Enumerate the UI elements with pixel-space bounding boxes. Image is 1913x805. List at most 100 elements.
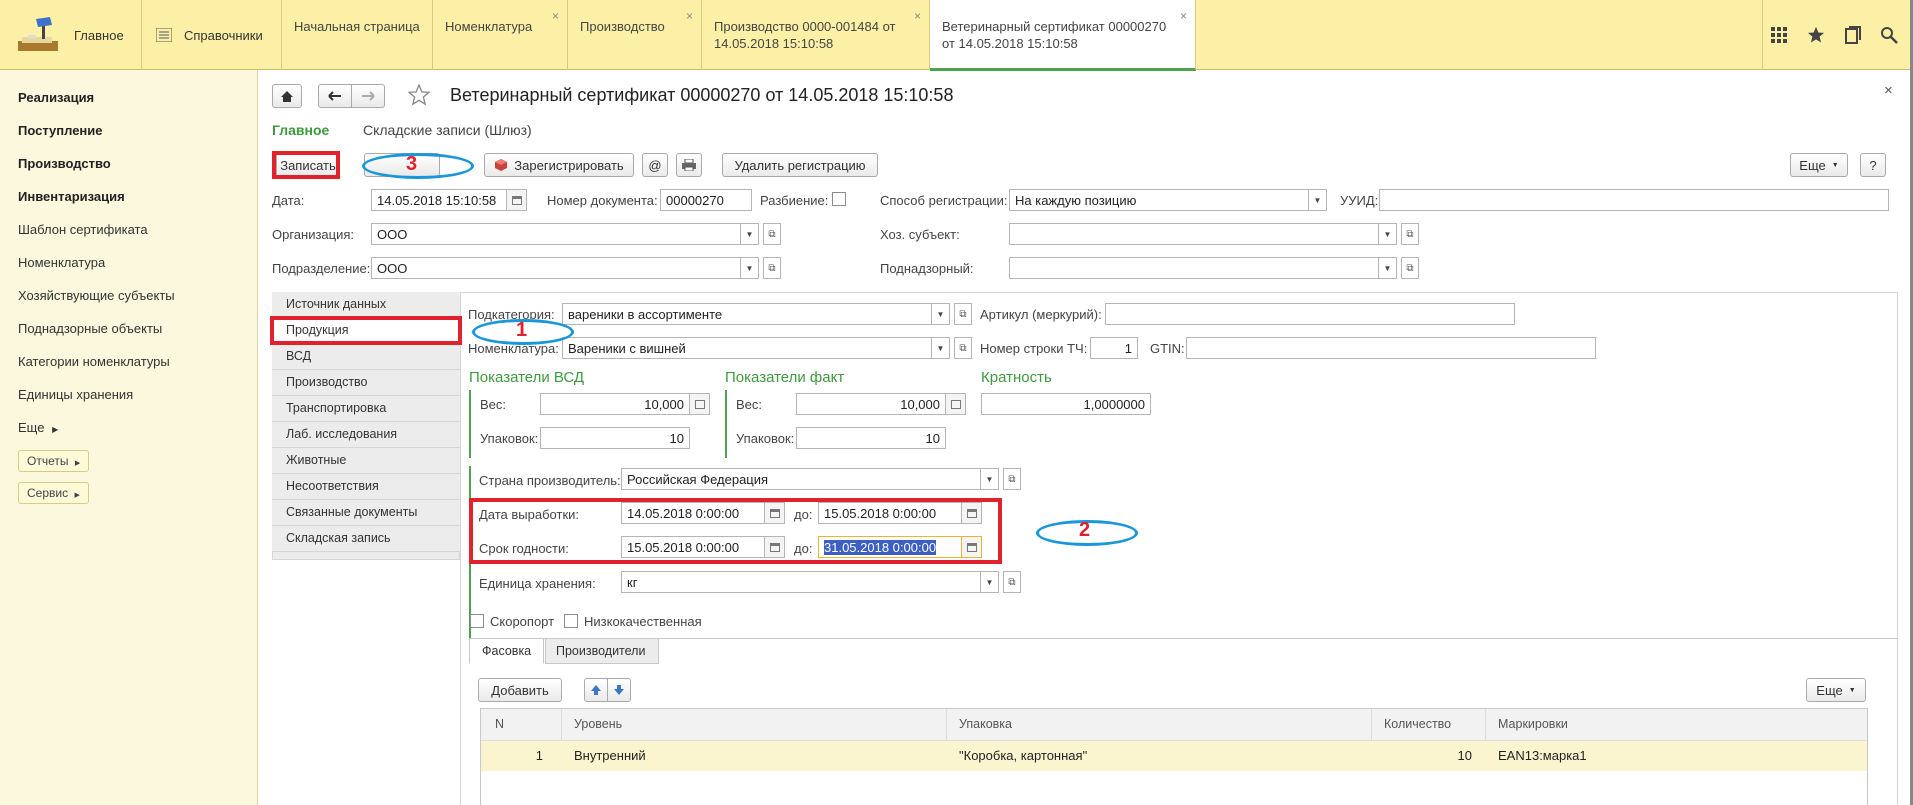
tab-production[interactable]: Производство × [568, 0, 702, 70]
nav-lab-research[interactable]: Лаб. исследования [272, 422, 460, 448]
close-icon[interactable]: × [1180, 8, 1187, 25]
chevron-down-icon[interactable]: ▼ [1379, 223, 1397, 245]
star-favorites-icon[interactable] [1803, 22, 1829, 48]
calculator-icon[interactable] [690, 393, 710, 415]
sidebar-item-more[interactable]: Еще ▶ [18, 420, 58, 435]
subcategory-field[interactable]: вареники в ассортименте [562, 303, 932, 325]
section-main[interactable]: Главное [0, 0, 142, 70]
close-form-icon[interactable]: × [1884, 82, 1893, 99]
nav-transport[interactable]: Транспортировка [272, 396, 460, 422]
open-link-icon[interactable]: ⧉ [1003, 571, 1021, 593]
help-button[interactable]: ? [1860, 153, 1886, 177]
fact-packs-field[interactable]: 10 [796, 427, 946, 449]
nav-related-docs[interactable]: Связанные документы [272, 500, 460, 526]
nav-animals[interactable]: Животные [272, 448, 460, 474]
sidebar-item-storage-units[interactable]: Единицы хранения [18, 387, 133, 402]
article-field[interactable] [1105, 303, 1515, 325]
nav-nonconformities[interactable]: Несоответствия [272, 474, 460, 500]
calendar-icon[interactable] [507, 189, 527, 211]
move-down-button[interactable] [607, 678, 631, 702]
chevron-down-icon[interactable]: ▼ [981, 468, 999, 490]
chevron-down-icon[interactable]: ▼ [932, 303, 950, 325]
forward-button[interactable] [351, 84, 385, 108]
dept-field[interactable]: ООО [371, 257, 741, 279]
chevron-down-icon[interactable]: ▼ [741, 223, 759, 245]
subnav-warehouse-records[interactable]: Складские записи (Шлюз) [363, 122, 532, 138]
chevron-down-icon[interactable]: ▼ [1309, 189, 1327, 211]
apps-grid-icon[interactable] [1766, 22, 1792, 48]
open-link-icon[interactable]: ⧉ [763, 223, 781, 245]
uuid-field[interactable] [1379, 189, 1889, 211]
org-field[interactable]: ООО [371, 223, 741, 245]
tab-vet-certificate[interactable]: Ветеринарный сертификат 00000270 от 14.0… [930, 0, 1196, 71]
docnum-field[interactable]: 00000270 [660, 189, 752, 211]
sidebar-item-cert-template[interactable]: Шаблон сертификата [18, 222, 148, 237]
search-icon[interactable] [1876, 22, 1902, 48]
open-link-icon[interactable]: ⧉ [954, 303, 972, 325]
table-more-button[interactable]: Еще ▼ [1806, 678, 1866, 702]
perishable-checkbox[interactable] [470, 614, 484, 628]
column-header-level[interactable]: Уровень [562, 709, 947, 741]
calculator-icon[interactable] [946, 393, 966, 415]
star-icon[interactable] [407, 83, 431, 109]
econ-subject-field[interactable] [1009, 223, 1379, 245]
close-icon[interactable]: × [552, 8, 559, 25]
sidebar-item-receipts[interactable]: Поступление [18, 123, 103, 138]
chevron-down-icon[interactable]: ▼ [932, 337, 950, 359]
column-header-package[interactable]: Упаковка [947, 709, 1372, 741]
nav-data-source[interactable]: Источник данных [272, 292, 460, 318]
chevron-down-icon[interactable]: ▼ [981, 571, 999, 593]
nav-vsd[interactable]: ВСД [272, 344, 460, 370]
vsd-packs-field[interactable]: 10 [540, 427, 690, 449]
open-link-icon[interactable]: ⧉ [1401, 223, 1419, 245]
regmode-select[interactable]: На каждую позицию [1009, 189, 1309, 211]
nav-warehouse-record[interactable]: Складская запись [272, 526, 460, 552]
service-button[interactable]: Сервис ▶ [18, 482, 89, 504]
open-link-icon[interactable]: ⧉ [1401, 257, 1419, 279]
tab-packing[interactable]: Фасовка [469, 638, 544, 664]
supervised-field[interactable] [1009, 257, 1379, 279]
register-button[interactable]: Зарегистрировать [484, 153, 634, 177]
country-field[interactable]: Российская Федерация [621, 468, 981, 490]
sidebar-item-production[interactable]: Производство [18, 156, 111, 171]
open-link-icon[interactable]: ⧉ [763, 257, 781, 279]
unit-field[interactable]: кг [621, 571, 981, 593]
vsd-weight-field[interactable]: 10,000 [540, 393, 690, 415]
chevron-down-icon[interactable]: ▼ [1379, 257, 1397, 279]
table-row[interactable]: 1 Внутренний "Коробка, картонная" 10 EAN… [481, 741, 1867, 771]
email-button[interactable]: @ [642, 153, 668, 177]
sidebar-item-economic-entities[interactable]: Хозяйствующие субъекты [18, 288, 175, 303]
open-link-icon[interactable]: ⧉ [1003, 468, 1021, 490]
section-directories[interactable]: Справочники [142, 0, 282, 70]
fact-weight-field[interactable]: 10,000 [796, 393, 946, 415]
column-header-marks[interactable]: Маркировки [1486, 709, 1867, 741]
sidebar-item-sales[interactable]: Реализация [18, 90, 94, 105]
delete-registration-button[interactable]: Удалить регистрацию [722, 153, 878, 177]
subnav-main[interactable]: Главное [272, 122, 329, 138]
print-button[interactable] [676, 153, 702, 177]
column-header-n[interactable]: N [481, 709, 562, 741]
history-icon[interactable] [1840, 22, 1866, 48]
close-icon[interactable]: × [686, 8, 693, 25]
tab-nomenclature[interactable]: Номенклатура × [433, 0, 568, 70]
split-checkbox[interactable] [832, 192, 846, 206]
column-header-quantity[interactable]: Количество [1372, 709, 1486, 741]
sidebar-item-inventory[interactable]: Инвентаризация [18, 189, 125, 204]
chevron-down-icon[interactable]: ▼ [741, 257, 759, 279]
close-icon[interactable]: × [914, 8, 921, 25]
nav-production[interactable]: Производство [272, 370, 460, 396]
move-up-button[interactable] [584, 678, 608, 702]
sidebar-item-nomenclature[interactable]: Номенклатура [18, 255, 105, 270]
reports-button[interactable]: Отчеты ▶ [18, 450, 90, 472]
open-link-icon[interactable]: ⧉ [954, 337, 972, 359]
more-button[interactable]: Еще ▼ [1790, 153, 1848, 177]
nomenclature-field[interactable]: Вареники с вишней [562, 337, 932, 359]
gtin-field[interactable] [1186, 337, 1596, 359]
add-button[interactable]: Добавить [478, 678, 562, 702]
sidebar-item-nomenclature-categories[interactable]: Категории номенклатуры [18, 354, 170, 369]
tab-home-page[interactable]: Начальная страница [282, 0, 433, 70]
home-button[interactable] [272, 84, 302, 108]
lowquality-checkbox[interactable] [564, 614, 578, 628]
back-button[interactable] [318, 84, 352, 108]
tab-producers[interactable]: Производители [545, 638, 659, 664]
